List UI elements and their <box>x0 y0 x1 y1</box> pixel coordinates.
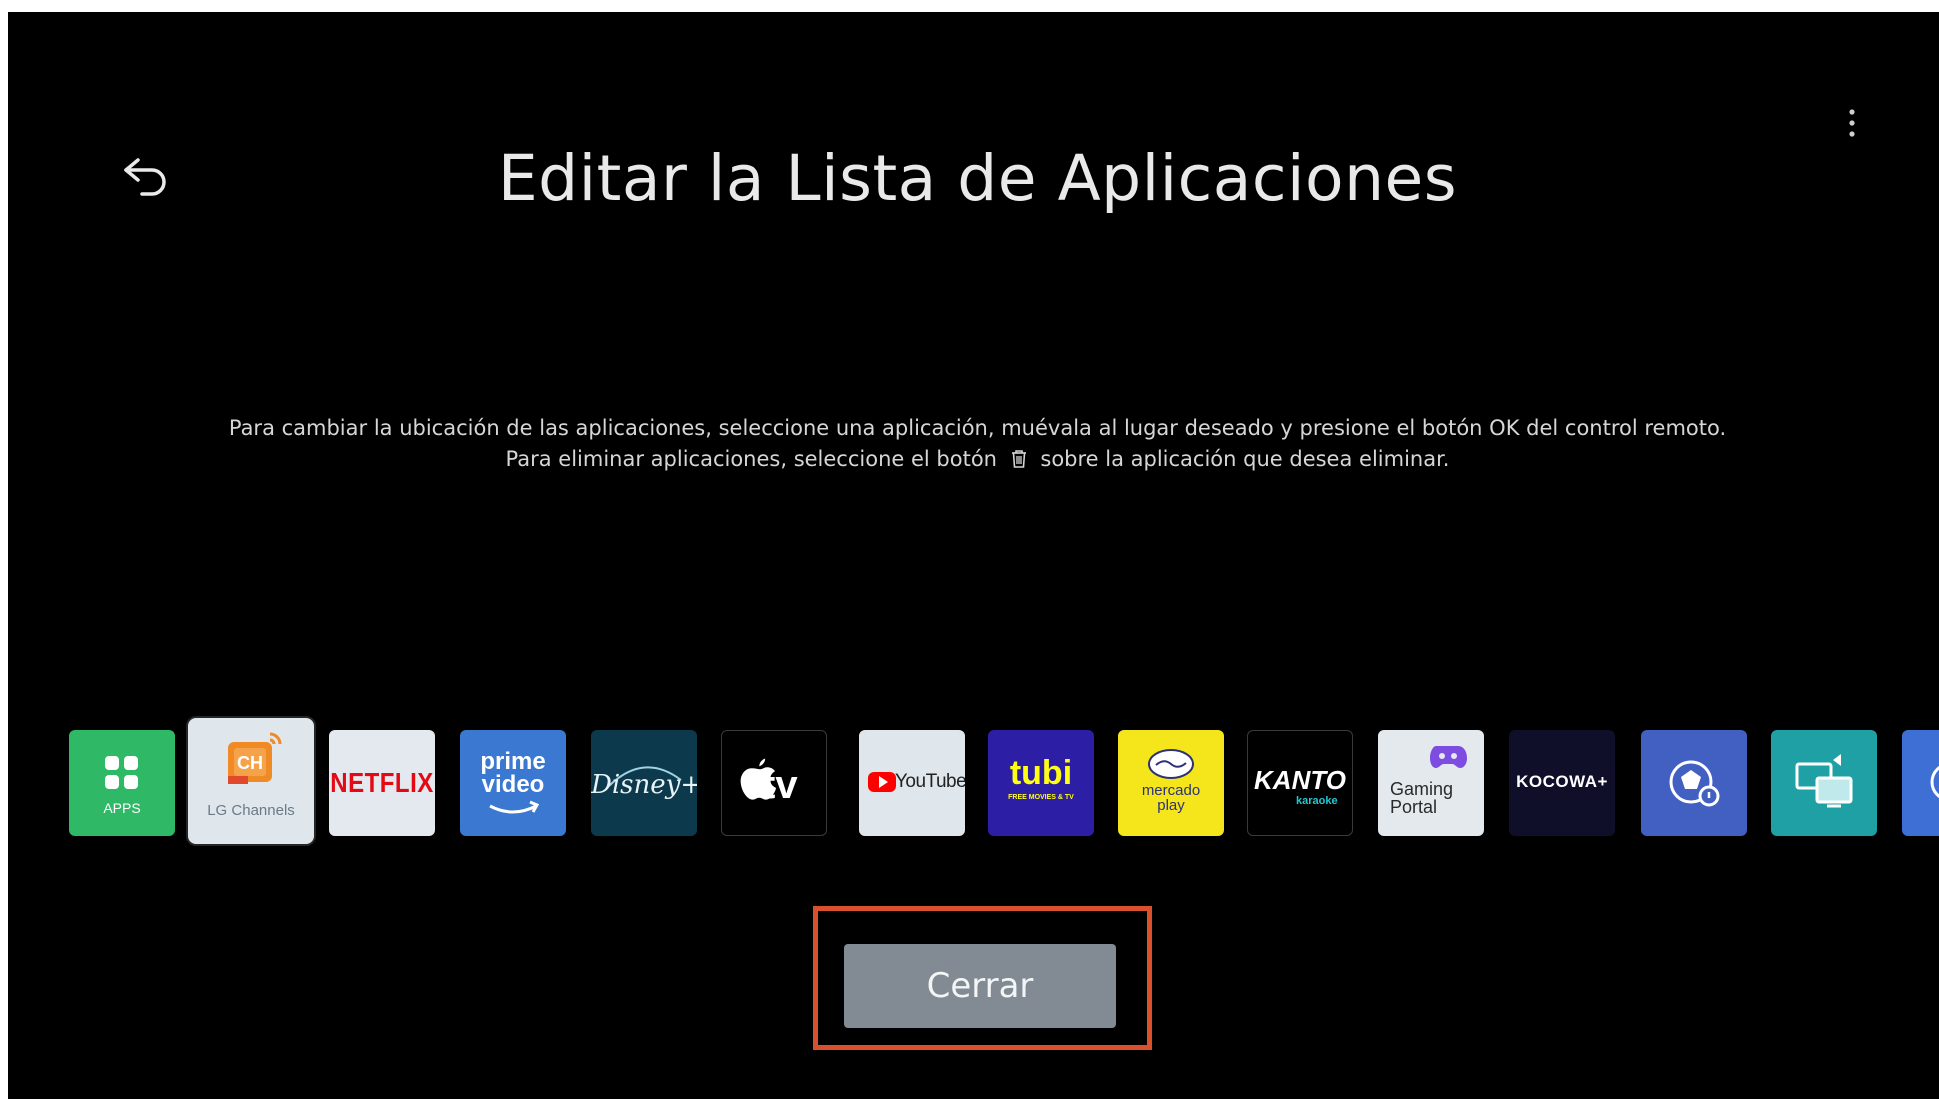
app-tile-kanto[interactable]: KANTO karaoke <box>1247 730 1353 836</box>
app-tile-prime-video[interactable]: prime video <box>460 730 566 836</box>
kocowa-logo: KOCOWA+ <box>1516 772 1608 791</box>
portal-label: Portal <box>1390 797 1438 817</box>
play-label: play <box>1157 797 1185 814</box>
app-tile-screen-share[interactable] <box>1771 730 1877 836</box>
close-button[interactable]: Cerrar <box>844 944 1116 1028</box>
tubi-logo: tubi <box>1009 754 1073 792</box>
app-tile-disney-plus[interactable]: Disney+ <box>591 730 697 836</box>
tubi-sublabel: FREE MOVIES & TV <box>1008 794 1074 801</box>
app-tile-apps[interactable]: APPS <box>69 730 175 836</box>
gaming-label: Gaming <box>1390 779 1454 799</box>
instructions-line-2-end: sobre la aplicación que desea eliminar. <box>1040 447 1450 471</box>
app-tile-lg-channels[interactable]: CH LG Channels <box>188 718 314 844</box>
netflix-logo: NETFLIX <box>330 767 434 799</box>
instructions-line-2-start: Para eliminar aplicaciones, seleccione e… <box>505 447 997 471</box>
screen-share-icon <box>1795 754 1853 808</box>
youtube-logo: YouTube <box>895 771 965 792</box>
app-label-apps: APPS <box>103 800 141 816</box>
instructions-text: Para cambiar la ubicación de las aplicac… <box>8 413 1939 475</box>
app-tile-sports-alert[interactable] <box>1641 730 1747 836</box>
app-tile-apple-tv[interactable]: tv <box>721 730 827 836</box>
mercado-label: mercado <box>1141 782 1201 799</box>
sports-ball-bell-icon <box>1669 760 1720 807</box>
app-label-lg-channels: LG Channels <box>207 802 295 819</box>
app-tile-tubi[interactable]: tubi FREE MOVIES & TV <box>988 730 1094 836</box>
apple-tv-label: tv <box>762 763 798 807</box>
clock-icon <box>1930 765 1939 799</box>
app-tile-mercado-play[interactable]: mercado play <box>1118 730 1224 836</box>
instructions-line-1: Para cambiar la ubicación de las aplicac… <box>228 416 1727 440</box>
app-tile-youtube[interactable]: YouTube <box>859 730 965 836</box>
trash-icon <box>1010 447 1028 468</box>
app-tile-kocowa[interactable]: KOCOWA+ <box>1509 730 1615 836</box>
gaming-portal-label: Gaming Portal <box>1390 780 1484 816</box>
app-tile-gaming-portal[interactable]: Gaming Portal <box>1378 730 1484 836</box>
kanto-logo: KANTO <box>1254 765 1346 795</box>
app-list: APPS CH LG Channels NETFLIX prime video <box>8 712 1939 852</box>
page-title: Editar la Lista de Aplicaciones <box>497 142 1458 215</box>
svg-text:CH: CH <box>237 753 263 773</box>
disney-plus-logo: Disney+ <box>591 770 697 800</box>
app-tile-netflix[interactable]: NETFLIX <box>329 730 435 836</box>
mercado-play-logo: mercado play <box>1118 783 1224 813</box>
app-tile-partial[interactable] <box>1902 730 1939 836</box>
instructions-line-2: Para eliminar aplicaciones, seleccione e… <box>8 444 1939 475</box>
kanto-sublabel: karaoke <box>1296 795 1338 807</box>
